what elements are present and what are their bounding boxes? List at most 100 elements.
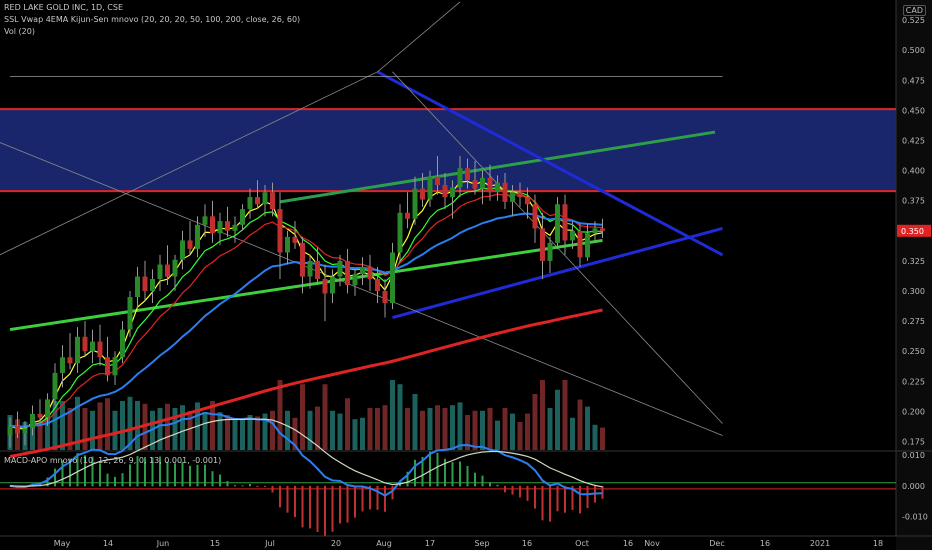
- time-tick-2: Jun: [156, 539, 170, 548]
- time-tick-8: Sep: [474, 539, 489, 548]
- candle-body: [457, 168, 463, 188]
- macd-histogram-bar: [496, 484, 499, 487]
- volume-bar: [480, 410, 485, 450]
- candle-body: [502, 182, 508, 202]
- volume-bar: [240, 419, 245, 450]
- candle-body: [330, 276, 335, 294]
- macd-histogram-bar: [534, 485, 536, 509]
- volume-bar: [517, 422, 523, 450]
- macd-histogram-bar: [324, 485, 326, 536]
- volume-bar: [315, 406, 320, 450]
- macd-histogram-bar: [474, 472, 476, 487]
- candle-body: [7, 425, 13, 436]
- candle-body: [75, 336, 80, 364]
- macd-histogram-bar: [181, 461, 184, 487]
- macd-histogram-bar: [54, 468, 56, 487]
- macd-histogram-bar: [564, 485, 566, 513]
- candle-body: [165, 264, 170, 277]
- volume-bar: [180, 405, 185, 450]
- volume-bar: [202, 412, 208, 450]
- macd-histogram-bar: [579, 485, 581, 514]
- candle-body: [195, 224, 200, 249]
- macd-histogram-bar: [376, 485, 379, 510]
- time-tick-4: Jul: [264, 539, 275, 548]
- time-tick-15: 2021: [810, 539, 830, 548]
- price-tick-12: 0.225: [902, 377, 925, 386]
- candle-body: [247, 197, 253, 210]
- candle-body: [442, 185, 448, 198]
- candle-body: [300, 242, 305, 277]
- candle-body: [472, 180, 478, 189]
- volume-bar: [105, 398, 110, 450]
- legend-symbol: RED LAKE GOLD INC, 1D, CSE: [4, 3, 123, 12]
- candle-body: [367, 266, 373, 279]
- price-tick-6: 0.375: [902, 197, 925, 206]
- candle-body: [540, 228, 545, 261]
- macd-histogram-bar: [526, 485, 529, 501]
- volume-bar: [172, 408, 178, 450]
- candle-body: [510, 192, 515, 202]
- macd-histogram-bar: [541, 485, 544, 521]
- currency-badge[interactable]: CAD: [902, 5, 926, 16]
- candle-body: [255, 197, 260, 205]
- candle-body: [262, 192, 268, 205]
- volume-bar: [427, 408, 433, 450]
- candle-body: [555, 204, 560, 243]
- candle-body: [135, 276, 140, 298]
- macd-histogram-bar: [234, 485, 236, 487]
- volume-bar: [360, 417, 365, 450]
- price-tick-1: 0.500: [902, 46, 925, 55]
- candle-body: [150, 278, 155, 292]
- volume-bar: [600, 427, 605, 450]
- candle-body: [127, 297, 133, 330]
- volume-bar: [255, 416, 260, 450]
- macd-histogram-bar: [106, 473, 109, 487]
- macd-histogram-bar: [271, 485, 274, 493]
- volume-bar: [232, 419, 238, 450]
- macd-histogram-bar: [489, 482, 491, 487]
- time-tick-9: 16: [522, 539, 532, 548]
- candle-body: [217, 221, 223, 234]
- candle-body: [157, 264, 163, 279]
- time-tick-16: 18: [873, 539, 883, 548]
- candle-body: [202, 216, 208, 225]
- volume-bar: [352, 419, 358, 450]
- volume-bar: [547, 408, 553, 450]
- macd-histogram-bar: [286, 485, 289, 513]
- candle-body: [307, 260, 313, 277]
- volume-bar: [405, 408, 410, 450]
- candle-body: [210, 216, 215, 234]
- time-tick-5: 20: [331, 539, 341, 548]
- candle-body: [570, 230, 575, 241]
- volume-bar: [285, 410, 290, 450]
- macd-histogram-bar: [189, 465, 191, 487]
- volume-bar: [382, 405, 388, 450]
- volume-bar: [367, 408, 373, 450]
- candle-body: [412, 188, 418, 219]
- volume-bar: [345, 398, 350, 450]
- macd-histogram-bar: [459, 461, 461, 487]
- time-tick-11: 16: [623, 539, 633, 548]
- candle-body: [525, 197, 530, 205]
- candle-body: [547, 242, 553, 261]
- volume-bar: [97, 402, 103, 450]
- volume-bar: [585, 406, 590, 450]
- candle-body: [30, 413, 35, 429]
- volume-bar: [90, 410, 95, 450]
- volume-bar: [247, 415, 253, 450]
- candle-body: [337, 260, 343, 277]
- price-tick-13: 0.200: [902, 407, 925, 416]
- candle-body: [240, 209, 245, 225]
- macd-histogram-bar: [316, 485, 319, 532]
- macd-histogram-bar: [504, 485, 506, 493]
- macd-tick-1: 0.000: [902, 482, 925, 491]
- time-tick-1: 14: [103, 539, 113, 548]
- macd-histogram-bar: [354, 485, 356, 518]
- chart-svg: 0.525 0.500 0.475 0.450 0.425 0.400 0.375 0.350…: [0, 0, 932, 550]
- candle-body: [232, 224, 238, 231]
- candle-body: [450, 187, 455, 198]
- last-price-label: 0.350: [901, 227, 924, 236]
- volume-bar: [412, 394, 418, 450]
- volume-bar: [187, 410, 193, 450]
- volume-bar: [300, 384, 305, 450]
